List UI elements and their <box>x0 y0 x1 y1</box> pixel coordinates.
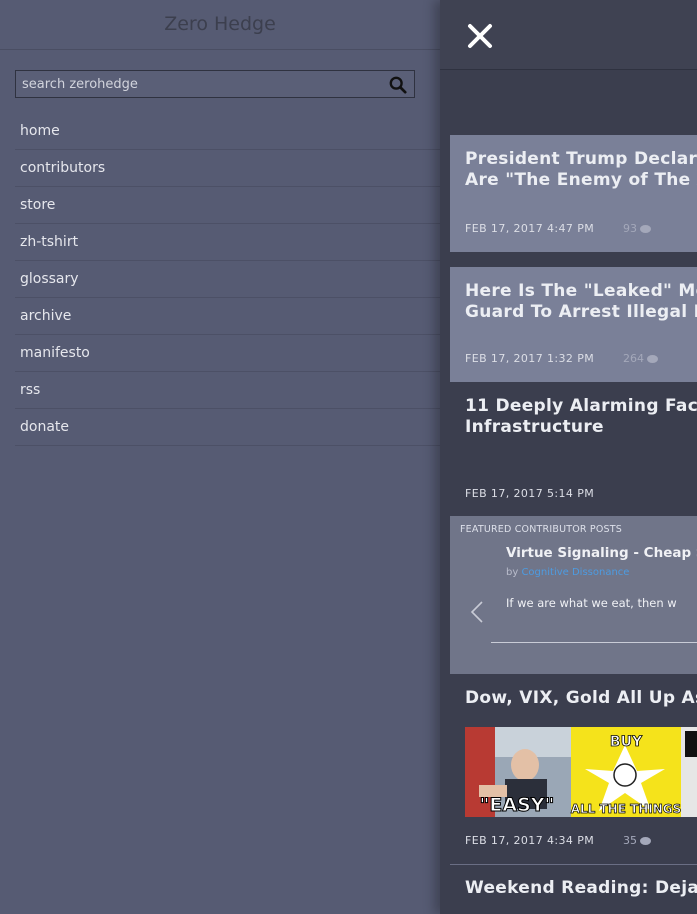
featured-byline: by Cognitive Dissonance <box>506 567 629 578</box>
article-title-line[interactable]: Are "The Enemy of The A <box>465 170 697 191</box>
comment-count[interactable]: 93 <box>623 222 651 235</box>
comment-icon <box>640 837 651 845</box>
nav-item-archive[interactable]: archive <box>15 298 440 335</box>
thumbnail-caption-easy: "EASY" <box>480 794 555 816</box>
nav-item-home[interactable]: home <box>15 113 440 150</box>
article-date: FEB 17, 2017 4:34 PM <box>465 834 595 847</box>
article-date: FEB 17, 2017 5:14 PM <box>465 487 595 500</box>
nav-item-store[interactable]: store <box>15 187 440 224</box>
sidebar-nav: home contributors store zh-tshirt glossa… <box>15 113 440 446</box>
nav-item-glossary[interactable]: glossary <box>15 261 440 298</box>
article-card[interactable]: Dow, VIX, Gold All Up As "EASY" BUY ALL … <box>450 674 697 864</box>
search-input[interactable] <box>16 71 414 97</box>
byline-prefix: by <box>506 567 519 578</box>
divider <box>491 642 697 643</box>
search-box <box>15 70 415 98</box>
article-title-line[interactable]: Here Is The "Leaked" Mer <box>465 281 697 302</box>
thumbnail-caption-buy: BUY <box>610 734 643 750</box>
search-icon[interactable] <box>389 76 407 94</box>
comment-count-value: 35 <box>623 834 637 847</box>
article-card[interactable]: Here Is The "Leaked" Mer Guard To Arrest… <box>450 267 697 382</box>
sidebar: Zero Hedge home contributors store zh-ts… <box>0 0 440 914</box>
close-icon[interactable] <box>466 22 494 50</box>
top-bar <box>440 0 697 70</box>
chevron-left-icon[interactable] <box>470 600 484 624</box>
featured-excerpt: If we are what we eat, then w <box>506 596 677 610</box>
article-date: FEB 17, 2017 1:32 PM <box>465 352 595 365</box>
article-title-line[interactable]: Guard To Arrest Illegal In <box>465 302 697 323</box>
article-date: FEB 17, 2017 4:47 PM <box>465 222 595 235</box>
nav-item-zh-tshirt[interactable]: zh-tshirt <box>15 224 440 261</box>
article-card[interactable]: President Trump Declare Are "The Enemy o… <box>450 135 697 252</box>
comment-icon <box>640 225 651 233</box>
article-title-line[interactable]: Dow, VIX, Gold All Up As <box>465 688 697 709</box>
article-title-line[interactable]: President Trump Declare <box>465 149 697 170</box>
article-card[interactable]: 11 Deeply Alarming Facts Infrastructure … <box>450 382 697 516</box>
comment-count-value: 264 <box>623 352 644 365</box>
comment-count[interactable]: 35 <box>623 834 651 847</box>
article-card[interactable]: Weekend Reading: Deja V <box>450 864 697 914</box>
nav-item-manifesto[interactable]: manifesto <box>15 335 440 372</box>
nav-item-contributors[interactable]: contributors <box>15 150 440 187</box>
comment-icon <box>647 355 658 363</box>
article-title-line[interactable]: 11 Deeply Alarming Facts <box>465 396 697 417</box>
main-panel: President Trump Declare Are "The Enemy o… <box>440 0 697 914</box>
site-brand[interactable]: Zero Hedge <box>0 0 440 50</box>
article-title-line[interactable]: Weekend Reading: Deja V <box>465 878 697 899</box>
nav-item-donate[interactable]: donate <box>15 409 440 446</box>
featured-post-title[interactable]: Virtue Signaling - Cheap Se <box>506 545 697 561</box>
nav-item-rss[interactable]: rss <box>15 372 440 409</box>
featured-author-link[interactable]: Cognitive Dissonance <box>521 567 629 578</box>
featured-contributor-posts: FEATURED CONTRIBUTOR POSTS Virtue Signal… <box>450 516 697 674</box>
article-title-line[interactable]: Infrastructure <box>465 417 695 438</box>
article-thumbnail[interactable]: "EASY" BUY ALL THE THINGS <box>465 727 697 817</box>
featured-label: FEATURED CONTRIBUTOR POSTS <box>460 524 622 535</box>
comment-count-value: 93 <box>623 222 637 235</box>
comment-count[interactable]: 264 <box>623 352 658 365</box>
thumbnail-caption-things: ALL THE THINGS <box>571 802 682 816</box>
